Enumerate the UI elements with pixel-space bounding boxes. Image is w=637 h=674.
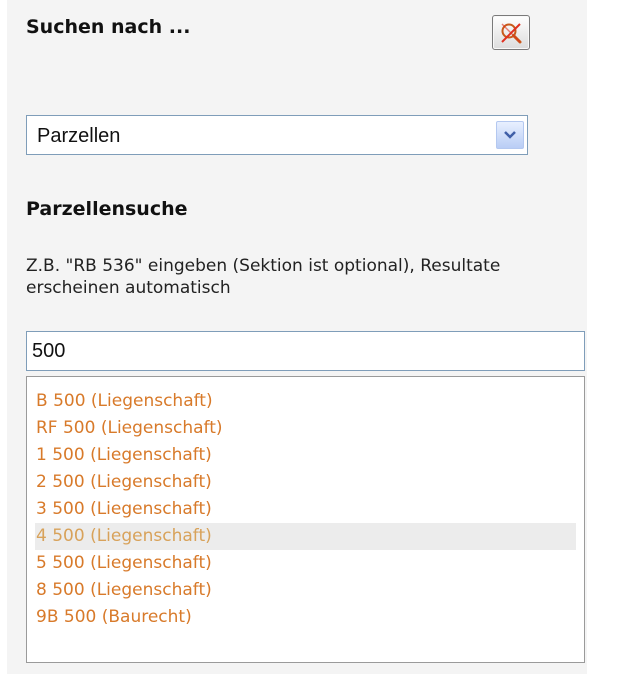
result-item[interactable]: 3 500 (Liegenschaft) xyxy=(35,496,576,523)
result-item[interactable]: 9B 500 (Baurecht) xyxy=(35,604,576,631)
result-item[interactable]: 8 500 (Liegenschaft) xyxy=(35,577,576,604)
parcel-search-hint: Z.B. "RB 536" eingeben (Sektion ist opti… xyxy=(26,256,501,298)
search-type-value: Parzellen xyxy=(37,125,121,147)
result-item[interactable]: 5 500 (Liegenschaft) xyxy=(35,550,576,577)
clear-search-button[interactable] xyxy=(492,15,530,50)
parcel-search-heading: Parzellensuche xyxy=(26,198,188,220)
parcel-search-input[interactable] xyxy=(26,331,585,371)
magnifier-crossed-icon xyxy=(501,22,522,43)
results-list: B 500 (Liegenschaft) RF 500 (Liegenschaft… xyxy=(26,376,585,663)
result-item[interactable]: 2 500 (Liegenschaft) xyxy=(35,469,576,496)
side-area xyxy=(587,0,637,674)
result-item[interactable]: B 500 (Liegenschaft) xyxy=(35,388,576,415)
search-type-select[interactable]: Parzellen xyxy=(26,115,528,155)
result-item[interactable]: 4 500 (Liegenschaft) xyxy=(35,523,576,550)
search-title: Suchen nach ... xyxy=(26,16,191,38)
result-item[interactable]: RF 500 (Liegenschaft) xyxy=(35,415,576,442)
chevron-down-icon[interactable] xyxy=(496,121,524,149)
result-item[interactable]: 1 500 (Liegenschaft) xyxy=(35,442,576,469)
